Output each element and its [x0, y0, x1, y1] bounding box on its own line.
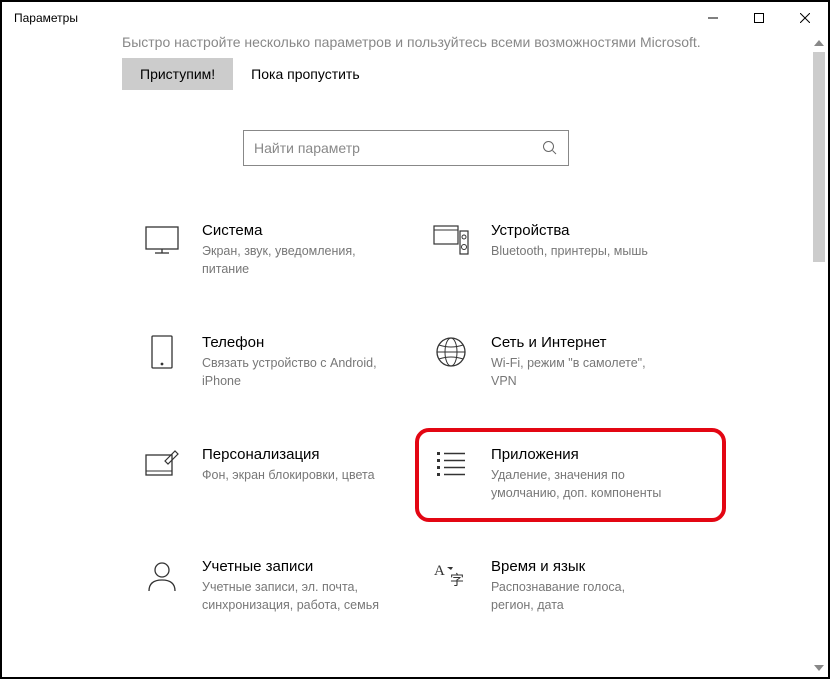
- tile-title: Система: [202, 222, 421, 239]
- tile-title: Приложения: [491, 446, 710, 463]
- svg-text:A: A: [434, 563, 445, 579]
- accounts-icon: [142, 558, 182, 594]
- search-icon: [542, 140, 558, 156]
- tile-network[interactable]: Сеть и Интернет Wi-Fi, режим "в самолете…: [431, 334, 710, 390]
- tile-devices[interactable]: Устройства Bluetooth, принтеры, мышь: [431, 222, 710, 278]
- scroll-down-icon[interactable]: [810, 659, 828, 677]
- close-button[interactable]: [782, 2, 828, 34]
- tile-title: Персонализация: [202, 446, 421, 463]
- close-icon: [800, 13, 810, 23]
- tile-desc: Bluetooth, принтеры, мышь: [491, 243, 671, 261]
- highlight-apps: Приложения Удаление, значения по умолчан…: [415, 428, 726, 522]
- minimize-button[interactable]: [690, 2, 736, 34]
- svg-text:字: 字: [450, 573, 464, 589]
- tile-phone[interactable]: Телефон Связать устройство с Android, iP…: [142, 334, 421, 390]
- tile-desc: Экран, звук, уведомления, питание: [202, 243, 382, 278]
- scrollbar-track[interactable]: [810, 52, 828, 659]
- tile-title: Сеть и Интернет: [491, 334, 710, 351]
- globe-icon: [431, 334, 471, 370]
- tile-apps[interactable]: Приложения Удаление, значения по умолчан…: [431, 446, 710, 502]
- skip-button[interactable]: Пока пропустить: [247, 58, 363, 90]
- settings-grid: Система Экран, звук, уведомления, питани…: [2, 222, 810, 614]
- content-area: Быстро настройте несколько параметров и …: [2, 34, 828, 677]
- system-icon: [142, 222, 182, 258]
- banner-text: Быстро настройте несколько параметров и …: [2, 34, 810, 58]
- phone-icon: [142, 334, 182, 370]
- tile-title: Устройства: [491, 222, 710, 239]
- tile-personalization[interactable]: Персонализация Фон, экран блокировки, цв…: [142, 446, 421, 502]
- tile-desc: Учетные записи, эл. почта, синхронизация…: [202, 579, 382, 614]
- tile-desc: Wi-Fi, режим "в самолете", VPN: [491, 355, 671, 390]
- banner-buttons: Приступим! Пока пропустить: [2, 58, 810, 90]
- apps-icon: [431, 446, 471, 482]
- time-language-icon: A字: [431, 558, 471, 594]
- scrollbar[interactable]: [810, 34, 828, 677]
- maximize-icon: [754, 13, 764, 23]
- scroll-area: Быстро настройте несколько параметров и …: [2, 34, 810, 677]
- tile-desc: Распознавание голоса, регион, дата: [491, 579, 671, 614]
- search-input[interactable]: [254, 140, 542, 156]
- minimize-icon: [708, 13, 718, 23]
- tile-accounts[interactable]: Учетные записи Учетные записи, эл. почта…: [142, 558, 421, 614]
- tile-system[interactable]: Система Экран, звук, уведомления, питани…: [142, 222, 421, 278]
- tile-title: Учетные записи: [202, 558, 421, 575]
- maximize-button[interactable]: [736, 2, 782, 34]
- settings-window: Параметры Быстро настройте несколько пар…: [2, 2, 828, 677]
- tile-desc: Связать устройство с Android, iPhone: [202, 355, 382, 390]
- search-box[interactable]: [243, 130, 569, 166]
- tile-title: Телефон: [202, 334, 421, 351]
- tile-desc: Удаление, значения по умолчанию, доп. ко…: [491, 467, 671, 502]
- get-started-button[interactable]: Приступим!: [122, 58, 233, 90]
- tile-time-language[interactable]: A字 Время и язык Распознавание голоса, ре…: [431, 558, 710, 614]
- scroll-up-icon[interactable]: [810, 34, 828, 52]
- tile-desc: Фон, экран блокировки, цвета: [202, 467, 382, 485]
- search-container: [2, 130, 810, 166]
- window-controls: [690, 2, 828, 34]
- personalization-icon: [142, 446, 182, 482]
- scrollbar-thumb[interactable]: [813, 52, 825, 262]
- devices-icon: [431, 222, 471, 258]
- tile-title: Время и язык: [491, 558, 710, 575]
- titlebar: Параметры: [2, 2, 828, 34]
- window-title: Параметры: [2, 11, 690, 25]
